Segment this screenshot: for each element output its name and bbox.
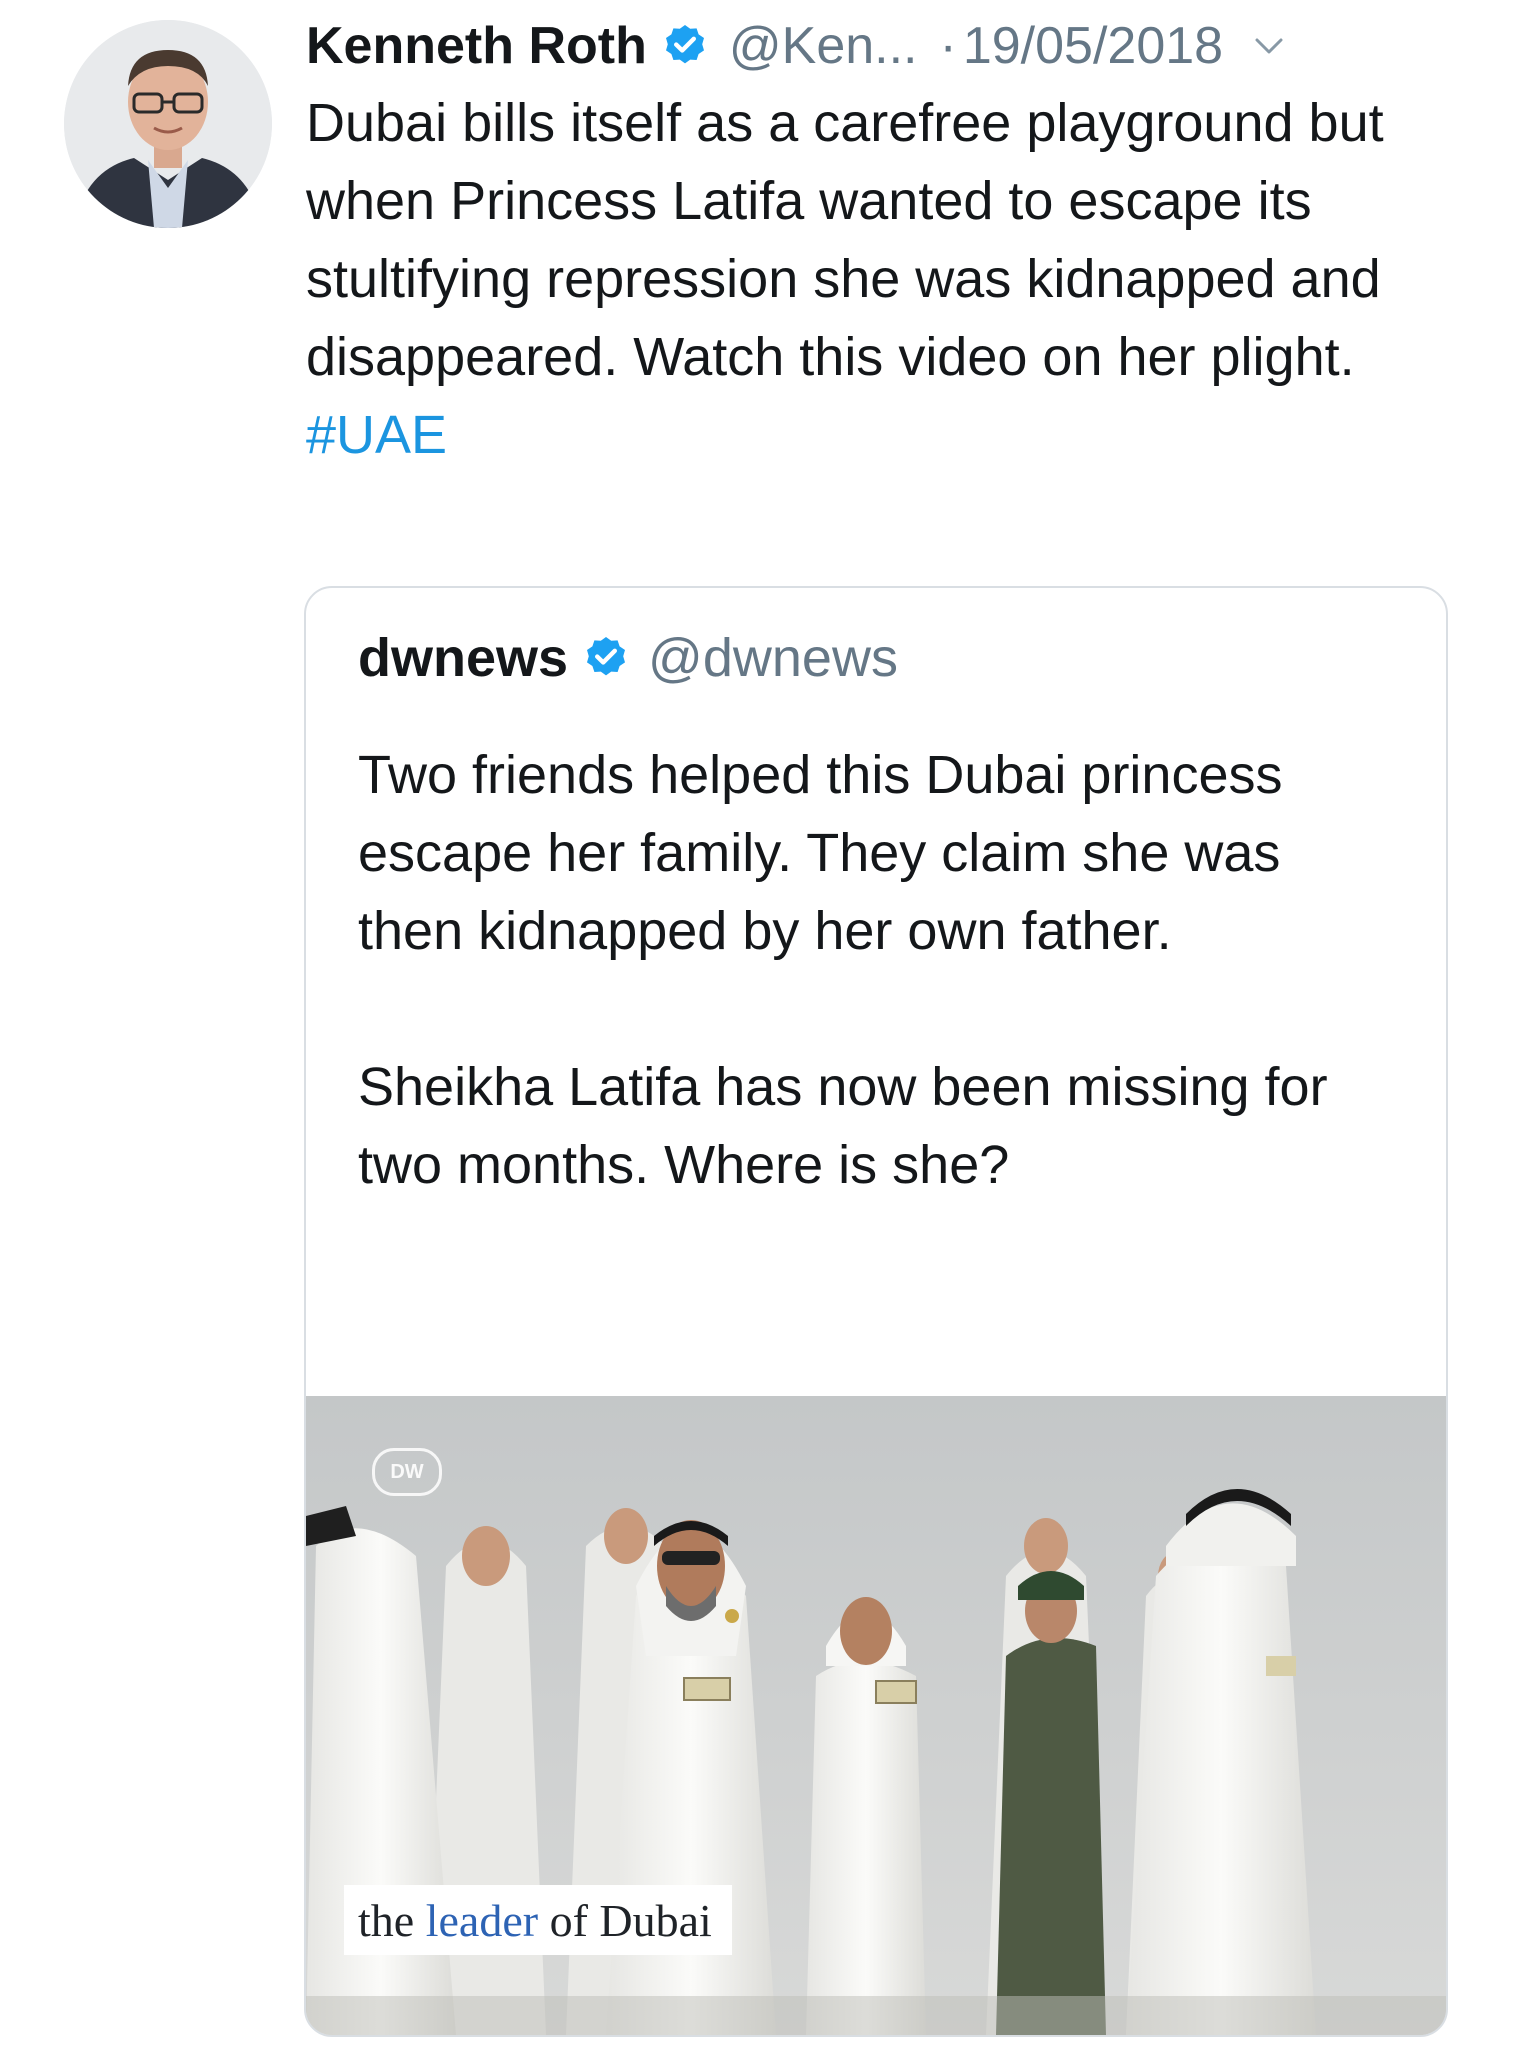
- quoted-author-display-name: dwnews: [358, 628, 569, 688]
- quoted-tweet-header: dwnews @dwnews: [358, 618, 898, 698]
- author-display-name[interactable]: Kenneth Roth: [306, 8, 647, 84]
- author-handle[interactable]: @Ken...: [729, 8, 918, 84]
- quoted-tweet-paragraph: Two friends helped this Dubai princess e…: [358, 745, 1283, 961]
- tweet-date[interactable]: 19/05/2018: [963, 8, 1223, 84]
- separator-dot: ·: [939, 17, 957, 75]
- quoted-tweet-paragraph: Sheikha Latifa has now been missing for …: [358, 1057, 1328, 1195]
- quoted-tweet-card[interactable]: dwnews @dwnews Two friends helped this D…: [304, 586, 1448, 2037]
- author-avatar[interactable]: [64, 20, 272, 228]
- verified-badge-icon: [582, 634, 630, 682]
- caption-text: of Dubai: [549, 1894, 712, 1946]
- tweet: Kenneth Roth @Ken... · 19/05/2018 Dubai …: [0, 0, 1515, 2048]
- tweet-header: Kenneth Roth @Ken... · 19/05/2018: [306, 8, 1466, 84]
- verified-badge-icon: [661, 22, 709, 70]
- caption-text: the: [358, 1894, 415, 1946]
- tweet-text: Dubai bills itself as a carefree playgro…: [306, 84, 1426, 474]
- avatar-image: [64, 20, 272, 228]
- quoted-tweet-text: Two friends helped this Dubai princess e…: [358, 736, 1398, 1204]
- dw-watermark-logo: DW: [372, 1448, 442, 1496]
- chevron-down-icon[interactable]: [1251, 28, 1287, 64]
- video-caption: the leader of Dubai: [344, 1885, 732, 1955]
- tweet-body-text: Dubai bills itself as a carefree playgro…: [306, 93, 1384, 387]
- video-thumbnail[interactable]: DW the leader of Dubai: [306, 1396, 1446, 2035]
- caption-highlight-text: leader: [425, 1894, 539, 1946]
- quoted-author-handle: @dwnews: [648, 628, 898, 688]
- hashtag-link[interactable]: #UAE: [306, 405, 447, 465]
